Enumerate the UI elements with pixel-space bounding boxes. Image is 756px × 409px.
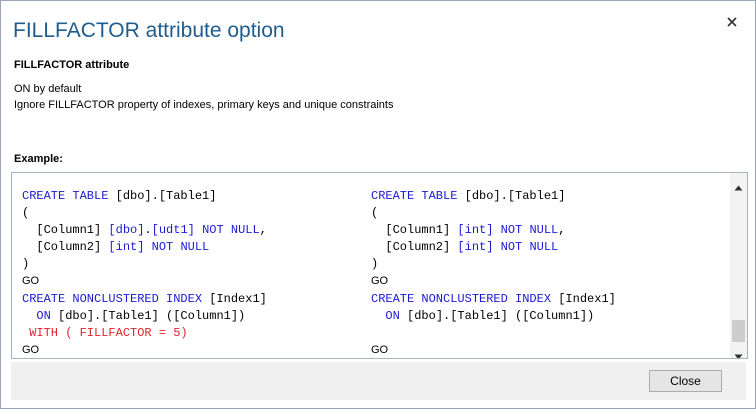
section-label: FILLFACTOR attribute (14, 59, 130, 71)
code-token: NOT NULL (500, 223, 559, 238)
close-button[interactable]: Close (649, 370, 722, 392)
code-token: [int] (108, 240, 145, 255)
code-line: GO (371, 342, 616, 358)
code-token: ON (36, 308, 51, 323)
code-token: [Column2] (22, 240, 109, 255)
code-token: , (259, 223, 267, 238)
code-token: GO (371, 343, 389, 356)
vertical-scrollbar[interactable] (730, 173, 747, 358)
code-token: WITH ( FILLFACTOR = 5) (22, 325, 188, 340)
code-line: GO (22, 342, 267, 358)
code-column-after: CREATE TABLE [dbo].[Table1]( [Column1] [… (371, 188, 616, 358)
code-token: [Index1] (551, 291, 616, 306)
code-token: CREATE TABLE (371, 189, 458, 203)
code-token: [int] (457, 240, 494, 255)
code-token: [dbo] (108, 223, 145, 238)
example-code-box[interactable]: CREATE TABLE [dbo].[Table1]( [Column1] [… (11, 172, 748, 359)
example-label: Example: (14, 153, 63, 165)
code-line: CREATE NONCLUSTERED INDEX [Index1] (371, 291, 616, 308)
code-token: [int] (457, 223, 494, 238)
code-line: ( (371, 205, 616, 222)
code-token: GO (371, 275, 389, 288)
code-token: [Column1] (371, 223, 458, 238)
code-line: [Column1] [int] NOT NULL, (371, 222, 616, 239)
default-state-text: ON by default (14, 83, 82, 95)
code-token: [dbo].[Table1] (108, 189, 217, 203)
code-line: ON [dbo].[Table1] ([Column1]) (22, 308, 267, 325)
code-token: [udt1] (151, 223, 195, 238)
code-token: NOT NULL (500, 240, 559, 255)
code-token: [Column1] (22, 223, 109, 238)
code-line: [Column1] [dbo].[udt1] NOT NULL, (22, 222, 267, 239)
code-token: CREATE NONCLUSTERED INDEX (371, 291, 552, 306)
code-token: CREATE NONCLUSTERED INDEX (22, 291, 203, 306)
code-token: ) (22, 257, 30, 272)
fillfactor-option-dialog: FILLFACTOR attribute option FILLFACTOR a… (0, 0, 756, 409)
code-line: ON [dbo].[Table1] ([Column1]) (371, 308, 616, 325)
code-line: [Column2] [int] NOT NULL (22, 239, 267, 256)
code-token: ( (371, 206, 379, 221)
code-token: ON (385, 308, 400, 323)
dialog-footer (11, 362, 746, 400)
code-token: GO (22, 343, 40, 356)
code-line: ( (22, 205, 267, 222)
code-token: GO (22, 275, 40, 288)
code-token: [Column2] (371, 240, 458, 255)
dialog-title: FILLFACTOR attribute option (13, 19, 285, 42)
scrollbar-thumb[interactable] (732, 320, 745, 342)
code-token: [dbo].[Table1] ([Column1]) (50, 308, 246, 323)
code-token: NOT NULL (202, 223, 260, 238)
code-line: CREATE TABLE [dbo].[Table1] (371, 188, 616, 205)
option-description-text: Ignore FILLFACTOR property of indexes, p… (14, 99, 394, 111)
code-token: [dbo].[Table1] (457, 189, 566, 203)
scroll-up-arrow-icon[interactable] (734, 178, 743, 191)
code-line: GO (371, 273, 616, 290)
code-line: WITH ( FILLFACTOR = 5) (22, 325, 267, 342)
code-line: ) (371, 256, 616, 273)
code-token: . (144, 223, 152, 238)
code-token: ( (22, 206, 30, 221)
code-line: [Column2] [int] NOT NULL (371, 239, 616, 256)
code-line: GO (22, 273, 267, 290)
code-column-before: CREATE TABLE [dbo].[Table1]( [Column1] [… (22, 188, 267, 358)
code-token: [dbo].[Table1] ([Column1]) (399, 308, 595, 323)
code-token: CREATE TABLE (22, 189, 109, 203)
code-token: NOT NULL (151, 240, 210, 255)
scroll-down-arrow-icon[interactable] (734, 347, 743, 358)
code-line: CREATE TABLE [dbo].[Table1] (22, 188, 267, 205)
close-icon[interactable] (725, 15, 739, 29)
code-token: [Index1] (202, 291, 267, 306)
code-token: , (558, 223, 566, 238)
code-line: CREATE NONCLUSTERED INDEX [Index1] (22, 291, 267, 308)
code-line: ) (22, 256, 267, 273)
code-token: ) (371, 257, 379, 272)
